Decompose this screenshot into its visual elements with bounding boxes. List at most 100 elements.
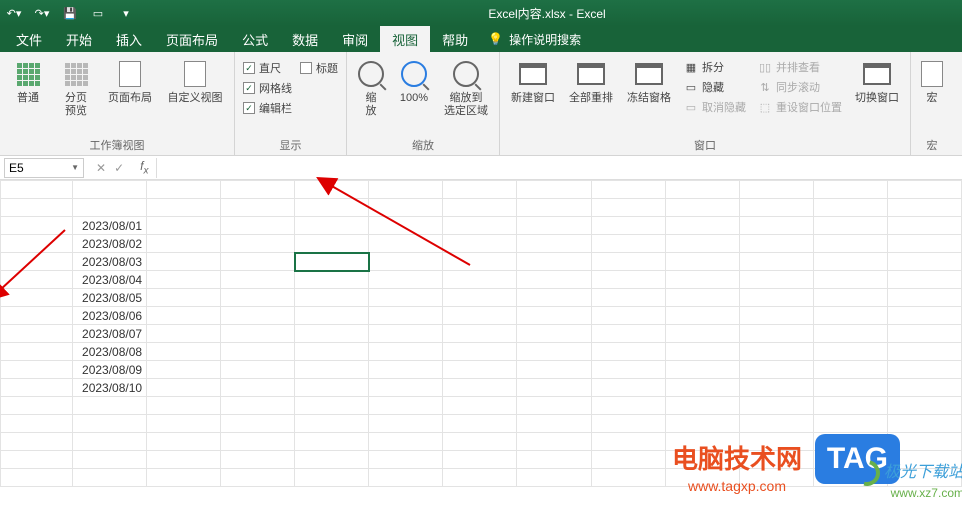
tab-page-layout[interactable]: 页面布局	[154, 26, 230, 52]
reset-window-icon: ⬚	[758, 100, 772, 114]
watermark-title: 电脑技术网	[672, 439, 802, 476]
formula-input[interactable]	[156, 158, 962, 178]
group-label-show: 显示	[241, 135, 340, 153]
tab-review[interactable]: 审阅	[330, 26, 380, 52]
macros-icon	[916, 58, 948, 90]
name-box[interactable]: E5 ▼	[4, 158, 84, 178]
hide-button[interactable]: ▭隐藏	[682, 78, 748, 96]
page-break-preview-button[interactable]: 分页 预览	[54, 56, 98, 120]
unhide-button: ▭取消隐藏	[682, 98, 748, 116]
zoom-selection-button[interactable]: 缩放到 选定区域	[439, 56, 493, 120]
selected-cell-e5[interactable]	[295, 253, 369, 271]
tell-me-search[interactable]: 💡 操作说明搜索	[488, 31, 581, 48]
gridlines-checkbox[interactable]: ✓网格线	[243, 80, 292, 96]
cell-b7[interactable]: 2023/08/05	[73, 289, 147, 307]
switch-windows-button[interactable]: 切换窗口	[850, 56, 904, 107]
group-label-window: 窗口	[506, 135, 904, 153]
group-macro: 宏 宏	[911, 52, 953, 155]
new-window-button[interactable]: 新建窗口	[506, 56, 560, 107]
formulabar-checkbox[interactable]: ✓编辑栏	[243, 100, 292, 116]
checkbox-icon: ✓	[243, 82, 255, 94]
cell-b9[interactable]: 2023/08/07	[73, 325, 147, 343]
checkbox-icon: ✓	[243, 102, 255, 114]
name-box-value: E5	[9, 161, 24, 175]
watermark-site-name: 极光下载站	[884, 464, 962, 481]
group-label-zoom: 缩放	[353, 135, 493, 153]
worksheet-area[interactable]: 2023/08/01 2023/08/02 2023/08/03 2023/08…	[0, 180, 962, 506]
watermark-url: www.tagxp.com	[672, 478, 802, 494]
tab-home[interactable]: 开始	[54, 26, 104, 52]
group-workbook-views: 普通 分页 预览 页面布局 自定义视图 工作簿视图	[0, 52, 235, 155]
window-title: Excel内容.xlsx - Excel	[136, 5, 958, 22]
ruler-checkbox[interactable]: ✓直尺	[243, 60, 292, 76]
custom-views-button[interactable]: 自定义视图	[162, 56, 228, 107]
group-zoom: 缩 放 100% 缩放到 选定区域 缩放	[347, 52, 500, 155]
hide-icon: ▭	[684, 80, 698, 94]
zoom-button[interactable]: 缩 放	[353, 56, 389, 120]
touch-mode-icon[interactable]: ▭	[88, 3, 108, 23]
name-box-dropdown-icon[interactable]: ▼	[71, 163, 79, 172]
tab-view[interactable]: 视图	[380, 26, 430, 52]
redo-icon[interactable]: ↷▾	[32, 3, 52, 23]
watermark-site: 极光下载站 www.xz7.com	[854, 458, 962, 500]
split-icon: ▦	[684, 60, 698, 74]
arrange-all-button[interactable]: 全部重排	[564, 56, 618, 107]
tab-data[interactable]: 数据	[280, 26, 330, 52]
tab-formula[interactable]: 公式	[230, 26, 280, 52]
reset-window-button: ⬚重设窗口位置	[756, 98, 844, 116]
group-window: 新建窗口 全部重排 冻结窗格 ▦拆分 ▭隐藏 ▭取消隐藏 ▯▯并排查看 ⇅同步滚…	[500, 52, 911, 155]
checkbox-icon: ✓	[243, 62, 255, 74]
page-break-icon	[60, 58, 92, 90]
page-layout-button[interactable]: 页面布局	[102, 56, 158, 107]
swoosh-icon	[849, 455, 885, 491]
magnifier-100-icon	[398, 58, 430, 90]
cancel-formula-icon[interactable]: ✕	[96, 161, 106, 175]
qat-customize-icon[interactable]: ▾	[116, 3, 136, 23]
page-layout-icon	[114, 58, 146, 90]
freeze-panes-icon	[633, 58, 665, 90]
zoom-100-button[interactable]: 100%	[393, 56, 435, 107]
view-side-by-side-button: ▯▯并排查看	[756, 58, 844, 76]
tab-file[interactable]: 文件	[4, 26, 54, 52]
save-icon[interactable]: 💾	[60, 3, 80, 23]
title-bar: ↶▾ ↷▾ 💾 ▭ ▾ Excel内容.xlsx - Excel	[0, 0, 962, 26]
group-label-macro: 宏	[917, 135, 947, 153]
unhide-icon: ▭	[684, 100, 698, 114]
ribbon: 普通 分页 预览 页面布局 自定义视图 工作簿视图 ✓直尺 ✓网格线 ✓编辑栏	[0, 52, 962, 156]
split-button[interactable]: ▦拆分	[682, 58, 748, 76]
sync-scroll-icon: ⇅	[758, 80, 772, 94]
normal-view-icon	[12, 58, 44, 90]
cell-b12[interactable]: 2023/08/10	[73, 379, 147, 397]
undo-icon[interactable]: ↶▾	[4, 3, 24, 23]
cell-b6[interactable]: 2023/08/04	[73, 271, 147, 289]
custom-views-icon	[179, 58, 211, 90]
quick-access-toolbar: ↶▾ ↷▾ 💾 ▭ ▾	[4, 3, 136, 23]
normal-view-button[interactable]: 普通	[6, 56, 50, 107]
switch-windows-icon	[861, 58, 893, 90]
cell-b4[interactable]: 2023/08/02	[73, 235, 147, 253]
magnifier-icon	[355, 58, 387, 90]
freeze-panes-button[interactable]: 冻结窗格	[622, 56, 676, 107]
magnifier-selection-icon	[450, 58, 482, 90]
new-window-icon	[517, 58, 549, 90]
search-placeholder: 操作说明搜索	[509, 31, 581, 48]
formula-bar: E5 ▼ ✕ ✓ fx	[0, 156, 962, 180]
tab-help[interactable]: 帮助	[430, 26, 480, 52]
side-by-side-icon: ▯▯	[758, 60, 772, 74]
sync-scroll-button: ⇅同步滚动	[756, 78, 844, 96]
fx-icon[interactable]: fx	[132, 159, 156, 176]
tab-insert[interactable]: 插入	[104, 26, 154, 52]
cell-b3[interactable]: 2023/08/01	[73, 217, 147, 235]
headings-checkbox[interactable]: 标题	[300, 60, 338, 76]
watermark-site-url: www.xz7.com	[854, 486, 962, 500]
checkbox-icon	[300, 62, 312, 74]
macros-button[interactable]: 宏	[917, 56, 947, 107]
group-show: ✓直尺 ✓网格线 ✓编辑栏 标题 显示	[235, 52, 347, 155]
ribbon-tabs: 文件 开始 插入 页面布局 公式 数据 审阅 视图 帮助 💡 操作说明搜索	[0, 26, 962, 52]
cell-b5[interactable]: 2023/08/03	[73, 253, 147, 271]
cell-b10[interactable]: 2023/08/08	[73, 343, 147, 361]
cell-b11[interactable]: 2023/08/09	[73, 361, 147, 379]
lightbulb-icon: 💡	[488, 32, 503, 46]
enter-formula-icon[interactable]: ✓	[114, 161, 124, 175]
cell-b8[interactable]: 2023/08/06	[73, 307, 147, 325]
